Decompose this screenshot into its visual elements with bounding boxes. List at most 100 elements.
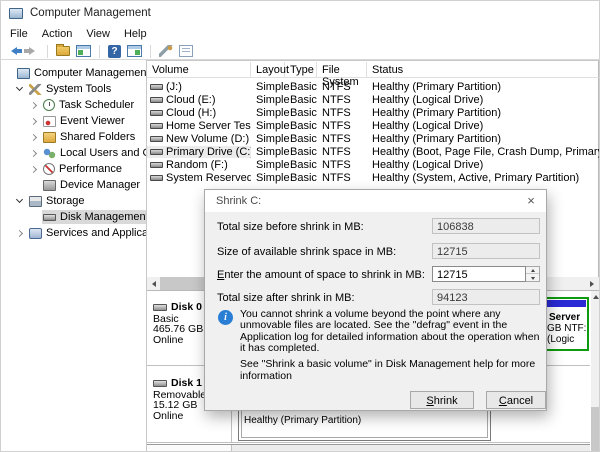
- help-text: See "Shrink a basic volume" in Disk Mana…: [240, 358, 540, 382]
- task-scheduler-icon: [43, 99, 55, 111]
- sidebar-item-computer-management[interactable]: Computer Management (Local: [1, 65, 146, 81]
- users-groups-icon: [43, 148, 56, 159]
- toolbar-separator: [150, 45, 151, 58]
- column-header-type[interactable]: Type: [285, 62, 317, 78]
- scroll-left-icon[interactable]: [147, 277, 160, 290]
- volume-icon: [150, 110, 163, 116]
- view-options-icon[interactable]: [179, 45, 193, 57]
- volume-row[interactable]: Cloud (E:) Simple Basic NTFS Healthy (Lo…: [147, 93, 599, 106]
- volume-row[interactable]: Cloud (H:) Simple Basic NTFS Healthy (Pr…: [147, 106, 599, 119]
- toolbar-separator: [47, 45, 48, 58]
- dialog-title-bar: Shrink C: ×: [205, 190, 546, 212]
- back-icon[interactable]: [7, 47, 17, 55]
- disk-management-icon: [43, 214, 56, 221]
- action-tool-icon[interactable]: [159, 45, 173, 57]
- volume-icon: [150, 162, 163, 168]
- chevron-expanded-icon[interactable]: [16, 84, 23, 91]
- chevron-collapsed-icon[interactable]: [30, 149, 37, 156]
- sidebar-item-disk-management[interactable]: Disk Management: [1, 209, 146, 225]
- volume-icon: [150, 136, 163, 142]
- sidebar-item-system-tools[interactable]: System Tools: [1, 81, 146, 97]
- total-before-label: Total size before shrink in MB:: [217, 219, 364, 235]
- volume-icon: [150, 97, 163, 103]
- export-list-icon[interactable]: [56, 46, 70, 56]
- column-header-file-system[interactable]: File System: [317, 62, 367, 78]
- menu-file[interactable]: File: [3, 26, 35, 42]
- total-before-field: 106838: [432, 218, 540, 234]
- volume-row-selected[interactable]: Primary Drive (C:) Simple Basic NTFS Hea…: [147, 145, 599, 158]
- chevron-collapsed-icon[interactable]: [30, 133, 37, 140]
- shrink-amount-stepper[interactable]: [526, 266, 540, 282]
- volume-icon: [150, 84, 163, 90]
- sidebar-item-local-users-and-groups[interactable]: Local Users and Groups: [1, 145, 146, 161]
- info-icon: i: [218, 310, 233, 325]
- sidebar-item-device-manager[interactable]: Device Manager: [1, 177, 146, 193]
- help-icon[interactable]: ?: [108, 45, 121, 58]
- scroll-up-icon[interactable]: [591, 291, 600, 302]
- console-tree: Computer Management (Local System Tools …: [1, 60, 147, 452]
- stepper-up-icon[interactable]: [526, 267, 539, 274]
- vertical-scrollbar[interactable]: [591, 291, 600, 452]
- available-space-field: 12715: [432, 243, 540, 259]
- chevron-collapsed-icon[interactable]: [30, 165, 37, 172]
- volume-row[interactable]: Random (F:) Simple Basic NTFS Healthy (L…: [147, 158, 599, 171]
- sidebar-item-event-viewer[interactable]: Event Viewer: [1, 113, 146, 129]
- storage-icon: [29, 196, 42, 207]
- forward-icon[interactable]: [29, 47, 39, 55]
- device-manager-icon: [43, 180, 56, 191]
- shrink-dialog: Shrink C: × Total size before shrink in …: [204, 189, 547, 411]
- menu-help[interactable]: Help: [117, 26, 154, 42]
- toolbar: ?: [1, 43, 600, 60]
- show-console-tree-icon[interactable]: [76, 45, 91, 57]
- new-window-icon[interactable]: [127, 45, 142, 57]
- menu-bar: File Action View Help: [1, 25, 600, 43]
- shrink-amount-input[interactable]: 12715: [432, 266, 526, 282]
- column-header-status[interactable]: Status: [367, 62, 599, 78]
- computer-management-window: Computer Management File Action View Hel…: [0, 0, 600, 452]
- window-title: Computer Management: [30, 7, 151, 19]
- volume-list-header: Volume Layout Type File System Status: [147, 62, 599, 78]
- disk-icon: [153, 380, 167, 387]
- sidebar-item-storage[interactable]: Storage: [1, 193, 146, 209]
- volume-icon: [150, 175, 163, 181]
- shared-folders-icon: [43, 132, 56, 143]
- volume-icon: [150, 149, 163, 155]
- close-icon[interactable]: ×: [521, 192, 541, 210]
- services-icon: [29, 228, 42, 239]
- available-space-label: Size of available shrink space in MB:: [217, 244, 396, 260]
- column-header-layout[interactable]: Layout: [251, 62, 285, 78]
- cancel-button[interactable]: Cancel: [486, 391, 546, 409]
- shrink-amount-label: Enter the amount of space to shrink in M…: [217, 267, 425, 283]
- menu-action[interactable]: Action: [35, 26, 80, 42]
- total-after-label: Total size after shrink in MB:: [217, 290, 355, 306]
- sidebar-item-task-scheduler[interactable]: Task Scheduler: [1, 97, 146, 113]
- sidebar-item-performance[interactable]: Performance: [1, 161, 146, 177]
- scrollbar-thumb[interactable]: [591, 407, 600, 451]
- volume-row[interactable]: System Reserved Simple Basic NTFS Health…: [147, 171, 599, 184]
- shrink-button[interactable]: Shrink: [410, 391, 474, 409]
- dialog-title: Shrink C:: [216, 195, 261, 207]
- info-text: You cannot shrink a volume beyond the po…: [240, 309, 540, 354]
- performance-icon: [43, 163, 55, 175]
- disk-icon: [153, 304, 167, 311]
- app-icon: [9, 8, 23, 19]
- scroll-right-icon[interactable]: [586, 277, 599, 290]
- menu-view[interactable]: View: [79, 26, 117, 42]
- next-disk-row-partial: [147, 444, 590, 452]
- volume-row[interactable]: (J:) Simple Basic NTFS Healthy (Primary …: [147, 80, 599, 93]
- system-tools-icon: [29, 84, 42, 95]
- chevron-collapsed-icon[interactable]: [30, 117, 37, 124]
- chevron-collapsed-icon[interactable]: [30, 101, 37, 108]
- total-after-field: 94123: [432, 289, 540, 305]
- stepper-down-icon[interactable]: [526, 275, 539, 282]
- chevron-expanded-icon[interactable]: [16, 196, 23, 203]
- volume-row[interactable]: New Volume (D:) Simple Basic NTFS Health…: [147, 132, 599, 145]
- volume-row[interactable]: Home Server Test (G:) Simple Basic NTFS …: [147, 119, 599, 132]
- disk-1-partition-block[interactable]: Healthy (Primary Partition): [238, 407, 491, 441]
- column-header-volume[interactable]: Volume: [147, 62, 251, 78]
- sidebar-item-shared-folders[interactable]: Shared Folders: [1, 129, 146, 145]
- sidebar-item-services-and-applications[interactable]: Services and Applications: [1, 225, 146, 241]
- title-bar: Computer Management: [1, 1, 600, 25]
- computer-icon: [17, 68, 30, 79]
- chevron-collapsed-icon[interactable]: [16, 229, 23, 236]
